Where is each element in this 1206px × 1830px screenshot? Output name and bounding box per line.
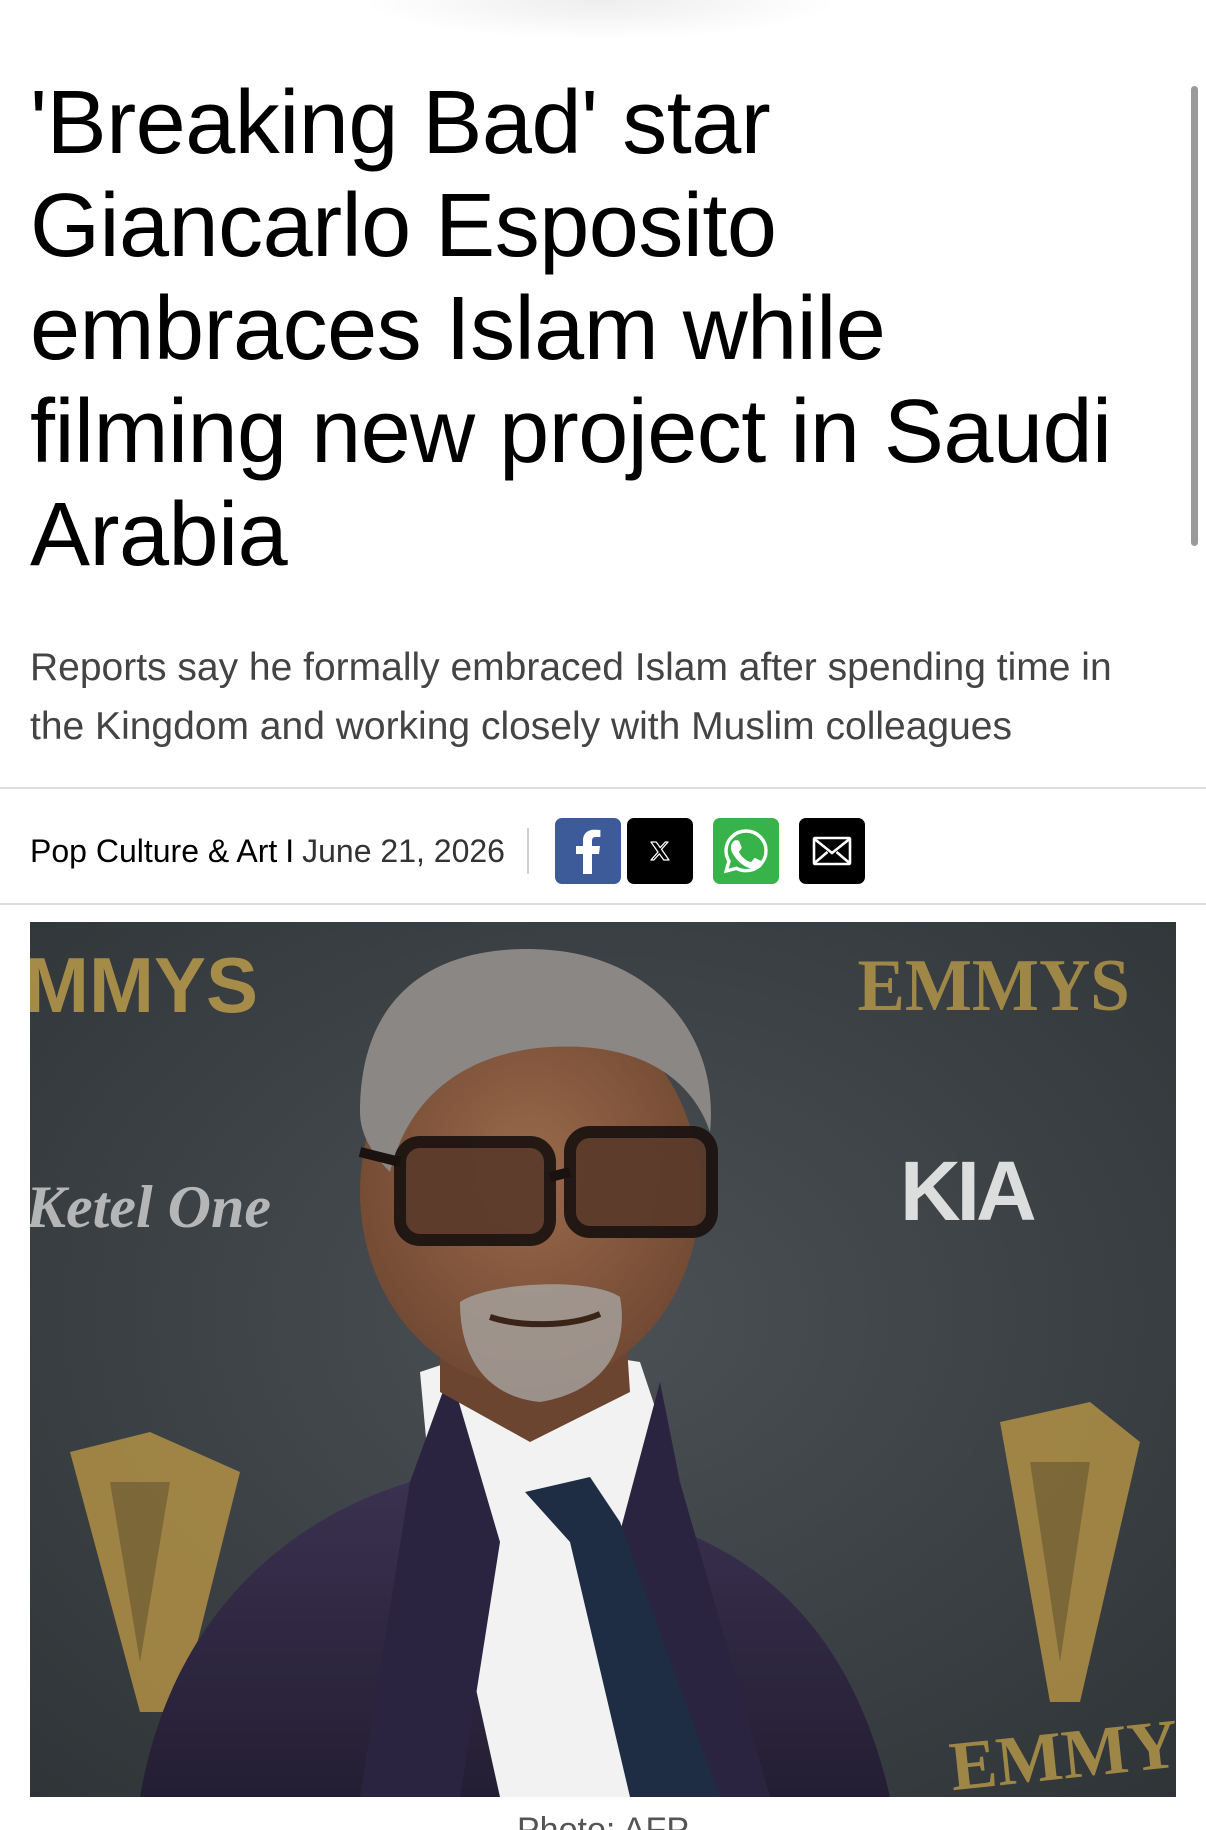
- category-link[interactable]: Pop Culture & Art: [30, 833, 277, 870]
- divider-bottom: [0, 903, 1206, 905]
- facebook-share-button[interactable]: [554, 818, 621, 884]
- meta-divider: [526, 828, 529, 874]
- photo-illustration: MMYS EMMYS Ketel One KIA EMMYS: [30, 922, 1176, 1797]
- backdrop-text: MMYS: [30, 941, 258, 1029]
- article-meta-bar: Pop Culture & Art I June 21, 2026: [30, 815, 1180, 887]
- backdrop-text: Ketel One: [30, 1174, 271, 1240]
- email-share-button[interactable]: [798, 818, 865, 884]
- category-separator: I: [285, 832, 295, 869]
- backdrop-text: EMMYS: [858, 944, 1130, 1027]
- facebook-icon: [575, 829, 601, 874]
- subheadline: Reports say he formally embraced Islam a…: [30, 646, 1112, 748]
- x-share-button[interactable]: [626, 818, 693, 884]
- top-fade: [360, 0, 840, 40]
- x-icon: [650, 841, 670, 861]
- mail-icon: [812, 836, 852, 866]
- scrollbar[interactable]: [1191, 86, 1198, 546]
- divider-top: [0, 787, 1206, 789]
- backdrop-text: KIA: [900, 1144, 1035, 1238]
- share-buttons: [554, 818, 885, 884]
- publish-date: June 21, 2026: [302, 832, 505, 869]
- whatsapp-share-button[interactable]: [712, 818, 779, 884]
- glasses: [358, 1126, 718, 1246]
- whatsapp-icon: [723, 829, 768, 874]
- photo-caption: Photo: AFP: [517, 1811, 689, 1830]
- headline: 'Breaking Bad' star Giancarlo Esposito e…: [30, 73, 1112, 585]
- article-photo[interactable]: MMYS EMMYS Ketel One KIA EMMYS: [30, 922, 1176, 1797]
